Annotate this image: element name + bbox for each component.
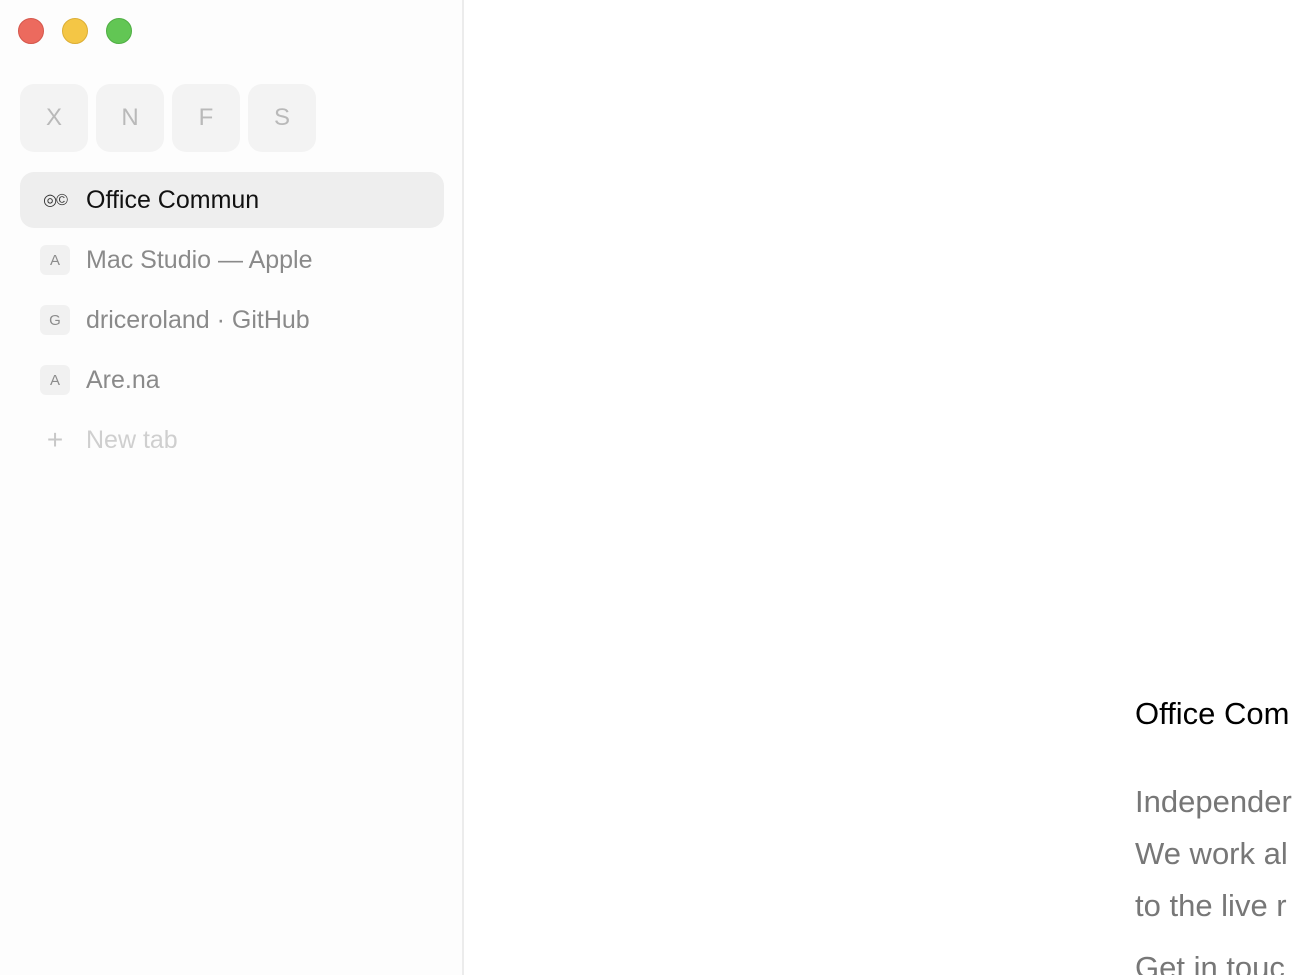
page-heading: Office Com	[1135, 696, 1290, 731]
tab-mac-studio-apple[interactable]: A Mac Studio — Apple	[20, 232, 444, 288]
page-intro-text: Independer We work al to the live r	[1135, 776, 1292, 932]
apple-favicon-icon: A	[40, 245, 70, 275]
pinned-tab-x[interactable]: X	[20, 84, 88, 152]
sidebar: X N F S ◎© Office Commun A Mac Studio — …	[0, 0, 464, 975]
tab-office-commun[interactable]: ◎© Office Commun	[20, 172, 444, 228]
tab-title: Are.na	[86, 365, 160, 394]
contact-link[interactable]: Get in touc	[1135, 950, 1285, 975]
github-favicon-icon: G	[40, 305, 70, 335]
new-tab-label: New tab	[86, 425, 178, 454]
pinned-tab-n[interactable]: N	[96, 84, 164, 152]
arena-favicon-icon: A	[40, 365, 70, 395]
tab-title: Office Commun	[86, 185, 260, 214]
window-controls	[18, 18, 132, 44]
intro-line: to the live r	[1135, 888, 1287, 923]
intro-line: Independer	[1135, 784, 1292, 819]
web-content: Office Com Independer We work al to the …	[464, 0, 1300, 975]
tab-list: ◎© Office Commun A Mac Studio — Apple G …	[20, 172, 444, 472]
zoom-window-button[interactable]	[106, 18, 132, 44]
tab-title: driceroland · GitHub	[86, 305, 310, 334]
pinned-tabs: X N F S	[20, 84, 316, 152]
pinned-tab-s[interactable]: S	[248, 84, 316, 152]
browser-window: X N F S ◎© Office Commun A Mac Studio — …	[0, 0, 1300, 975]
tab-github[interactable]: G driceroland · GitHub	[20, 292, 444, 348]
plus-icon: +	[46, 424, 64, 455]
office-commun-favicon-icon: ◎©	[43, 192, 68, 209]
pinned-tab-f[interactable]: F	[172, 84, 240, 152]
tab-title: Mac Studio — Apple	[86, 245, 313, 274]
close-window-button[interactable]	[18, 18, 44, 44]
minimize-window-button[interactable]	[62, 18, 88, 44]
intro-line: We work al	[1135, 836, 1288, 871]
new-tab-button[interactable]: + New tab	[20, 412, 444, 468]
tab-are-na[interactable]: A Are.na	[20, 352, 444, 408]
